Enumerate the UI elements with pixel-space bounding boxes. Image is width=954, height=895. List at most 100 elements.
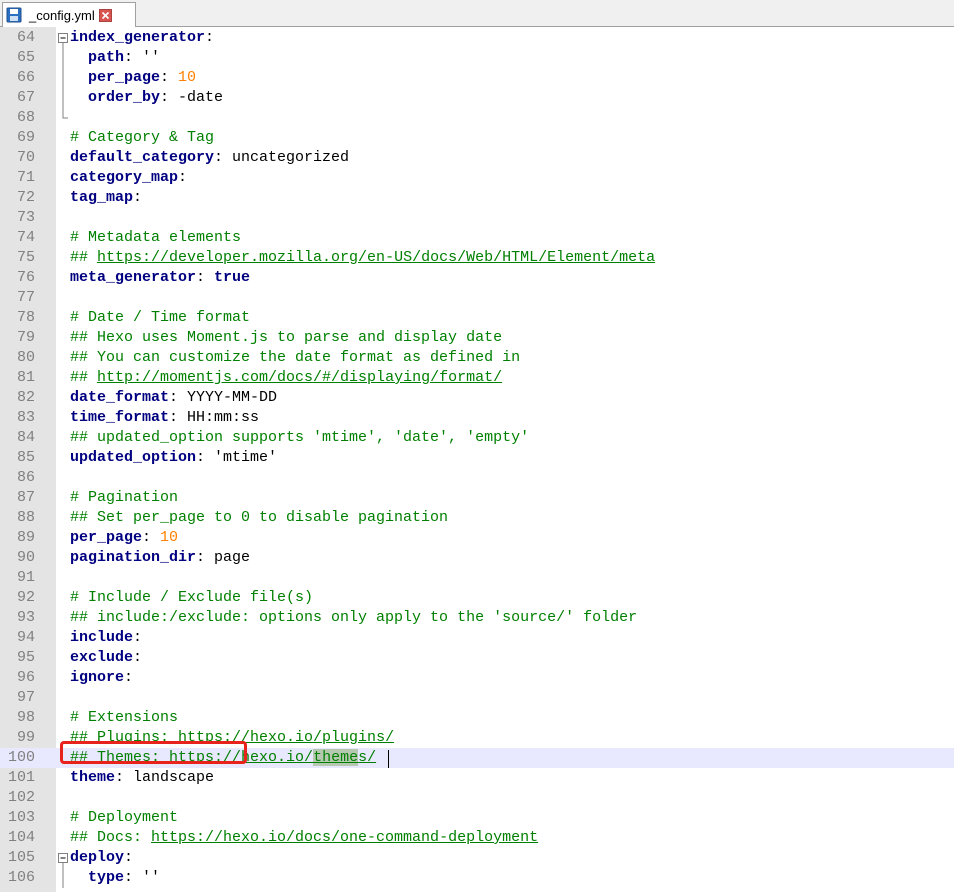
- code-text: default_category: uncategorized: [70, 148, 349, 168]
- code-line[interactable]: 78 # Date / Time format: [0, 308, 954, 328]
- code-line[interactable]: 69 # Category & Tag: [0, 128, 954, 148]
- code-line[interactable]: 102: [0, 788, 954, 808]
- line-number: 99: [16, 729, 35, 746]
- code-line[interactable]: 70 default_category: uncategorized: [0, 148, 954, 168]
- code-line[interactable]: 77: [0, 288, 954, 308]
- line-number: 84: [16, 429, 35, 446]
- code-line[interactable]: 92 # Include / Exclude file(s): [0, 588, 954, 608]
- line-number: 92: [16, 589, 35, 606]
- code-text: category_map:: [70, 168, 187, 188]
- code-token: exclude: [70, 649, 134, 666]
- line-number: 102: [7, 789, 35, 806]
- code-text: meta_generator: true: [70, 268, 250, 288]
- code-token: : uncategorized: [214, 149, 350, 166]
- line-number: 80: [16, 349, 35, 366]
- code-text: ## Docs: https://hexo.io/docs/one-comman…: [70, 828, 538, 848]
- code-line[interactable]: 68: [0, 108, 954, 128]
- code-line[interactable]: 82 date_format: YYYY-MM-DD: [0, 388, 954, 408]
- code-token: # Extensions: [70, 709, 179, 726]
- code-token: :: [133, 189, 143, 206]
- code-line[interactable]: 88 ## Set per_page to 0 to disable pagina…: [0, 508, 954, 528]
- line-number: 71: [16, 169, 35, 186]
- highlight-annotation: [60, 741, 247, 764]
- code-line[interactable]: 106 type: '': [0, 868, 954, 888]
- code-line[interactable]: 79 ## Hexo uses Moment.js to parse and di…: [0, 328, 954, 348]
- code-text: # Category & Tag: [70, 128, 214, 148]
- code-line[interactable]: 80 ## You can customize the date format a…: [0, 348, 954, 368]
- code-line[interactable]: 71 category_map:: [0, 168, 954, 188]
- line-number: 82: [16, 389, 35, 406]
- code-line[interactable]: 74 # Metadata elements: [0, 228, 954, 248]
- code-line[interactable]: 81 ## http://momentjs.com/docs/#/displayi…: [0, 368, 954, 388]
- close-icon[interactable]: [98, 8, 112, 22]
- code-line[interactable]: 73: [0, 208, 954, 228]
- code-token: theme: [70, 769, 116, 786]
- code-line[interactable]: 90 pagination_dir: page: [0, 548, 954, 568]
- save-icon: [6, 7, 23, 23]
- code-token: # Deployment: [70, 809, 179, 826]
- line-number: 65: [16, 49, 35, 66]
- code-line[interactable]: 97: [0, 688, 954, 708]
- code-line[interactable]: 85 updated_option: 'mtime': [0, 448, 954, 468]
- code-text: # Deployment: [70, 808, 178, 828]
- code-text: ## include:/exclude: options only apply …: [70, 608, 637, 628]
- code-line[interactable]: 66 per_page: 10: [0, 68, 954, 88]
- line-number: 101: [7, 769, 35, 786]
- code-line[interactable]: 67 order_by: -date: [0, 88, 954, 108]
- code-text: order_by: -date: [70, 88, 223, 108]
- code-line[interactable]: 86: [0, 468, 954, 488]
- code-token: :: [178, 169, 188, 186]
- line-number: 77: [16, 289, 35, 306]
- code-line[interactable]: 105 deploy:: [0, 848, 954, 868]
- code-line[interactable]: 87 # Pagination: [0, 488, 954, 508]
- code-text: pagination_dir: page: [70, 548, 250, 568]
- fold-line-icon: [57, 868, 69, 888]
- code-token: : '': [124, 49, 161, 66]
- code-text: # Metadata elements: [70, 228, 241, 248]
- code-line[interactable]: 76 meta_generator: true: [0, 268, 954, 288]
- code-line[interactable]: 89 per_page: 10: [0, 528, 954, 548]
- code-token: ## updated_option supports 'mtime', 'dat…: [70, 429, 530, 446]
- code-token[interactable]: http://momentjs.com/docs/#/displaying/fo…: [97, 369, 502, 386]
- file-tab[interactable]: _config.yml: [2, 2, 136, 27]
- line-number: 105: [7, 849, 35, 866]
- code-line[interactable]: 96 ignore:: [0, 668, 954, 688]
- fold-toggle-icon[interactable]: [57, 848, 69, 868]
- code-line[interactable]: 72 tag_map:: [0, 188, 954, 208]
- code-token: :: [142, 529, 161, 546]
- code-line[interactable]: 65 path: '': [0, 48, 954, 68]
- code-line[interactable]: 104 ## Docs: https://hexo.io/docs/one-com…: [0, 828, 954, 848]
- code-token[interactable]: https://hexo.io/docs/one-command-deploym…: [151, 829, 538, 846]
- code-token: # Date / Time format: [70, 309, 251, 326]
- code-line[interactable]: 94 include:: [0, 628, 954, 648]
- code-line[interactable]: 83 time_format: HH:mm:ss: [0, 408, 954, 428]
- code-line[interactable]: 103 # Deployment: [0, 808, 954, 828]
- tab-bar: _config.yml: [0, 0, 954, 27]
- fold-toggle-icon[interactable]: [57, 28, 69, 48]
- code-token[interactable]: theme: [313, 749, 359, 766]
- code-token[interactable]: s/: [358, 749, 376, 766]
- code-line[interactable]: 93 ## include:/exclude: options only appl…: [0, 608, 954, 628]
- line-number: 81: [16, 369, 35, 386]
- line-number: 106: [7, 869, 35, 886]
- line-number: 83: [16, 409, 35, 426]
- code-line[interactable]: 64 index_generator:: [0, 28, 954, 48]
- code-token: :: [160, 69, 179, 86]
- code-line[interactable]: 75 ## https://developer.mozilla.org/en-US…: [0, 248, 954, 268]
- code-text: ## Set per_page to 0 to disable paginati…: [70, 508, 448, 528]
- code-token[interactable]: https://developer.mozilla.org/en-US/docs…: [97, 249, 655, 266]
- line-number: 68: [16, 109, 35, 126]
- code-token: true: [214, 269, 251, 286]
- code-token: default_category: [70, 149, 215, 166]
- code-line[interactable]: 101 theme: landscape: [0, 768, 954, 788]
- code-line[interactable]: 84 ## updated_option supports 'mtime', 'd…: [0, 428, 954, 448]
- code-token: : YYYY-MM-DD: [169, 389, 278, 406]
- code-line[interactable]: 95 exclude:: [0, 648, 954, 668]
- line-number: 97: [16, 689, 35, 706]
- code-text: # Pagination: [70, 488, 178, 508]
- code-line[interactable]: 98 # Extensions: [0, 708, 954, 728]
- line-number: 75: [16, 249, 35, 266]
- code-token: # Category & Tag: [70, 129, 215, 146]
- code-line[interactable]: 91: [0, 568, 954, 588]
- line-number: 103: [7, 809, 35, 826]
